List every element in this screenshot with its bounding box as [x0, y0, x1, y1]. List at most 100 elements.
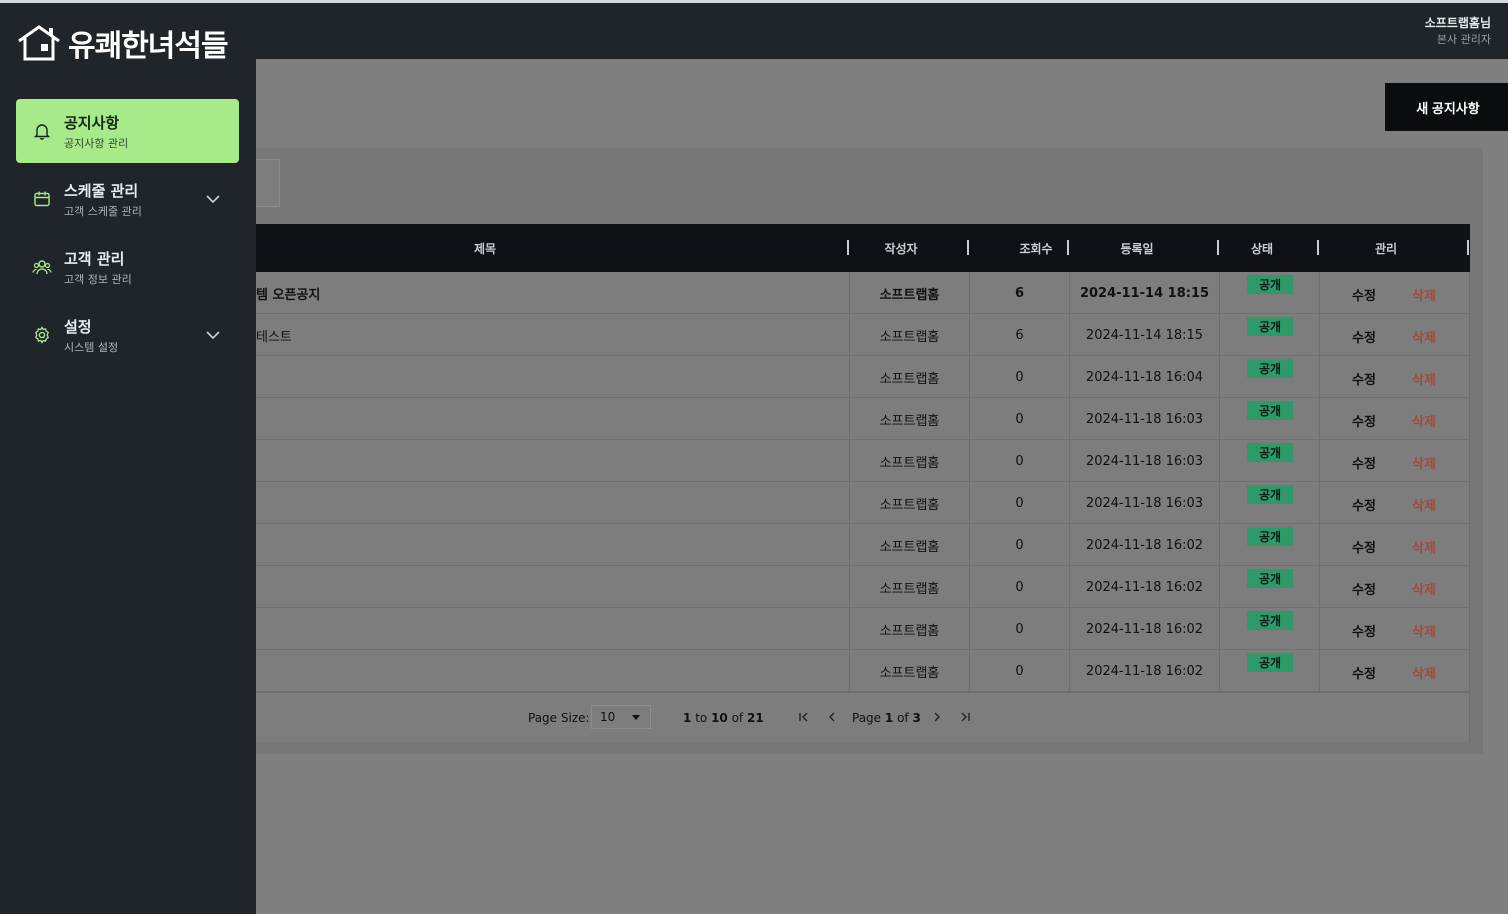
status-badge: 공개 — [1247, 527, 1293, 546]
column-resize-handle[interactable] — [1067, 240, 1069, 255]
sidebar-item-label: 설정 — [64, 318, 92, 336]
page-size-label: Page Size: — [528, 711, 590, 725]
brand-logo[interactable]: 유쾌한녀석들 — [16, 21, 229, 65]
status-badge: 공개 — [1247, 443, 1293, 462]
page-size-value: 10 — [600, 710, 616, 724]
table-row[interactable]: 테스트 소프트랩홈 6 2024-11-14 18:15 공개 수정 삭제 — [256, 314, 1470, 356]
range-from: 1 — [683, 711, 692, 725]
first-page-icon[interactable] — [796, 707, 812, 727]
column-resize-handle[interactable] — [1467, 240, 1469, 255]
table-row[interactable]: 소프트랩홈 0 2024-11-18 16:02 공개 수정 삭제 — [256, 524, 1470, 566]
user-info[interactable]: 소프트랩홈님 본사 관리자 — [1425, 15, 1491, 48]
cell-title[interactable] — [256, 566, 846, 608]
table-row[interactable]: 소프트랩홈 0 2024-11-18 16:02 공개 수정 삭제 — [256, 566, 1470, 608]
delete-button[interactable]: 삭제 — [1412, 663, 1436, 682]
cell-title[interactable]: 템 오픈공지 — [256, 272, 846, 314]
cell-title[interactable] — [256, 482, 846, 524]
cell-title[interactable] — [256, 524, 846, 566]
calendar-icon — [34, 191, 50, 207]
range-to: 10 — [711, 711, 728, 725]
cell-views: 0 — [1015, 495, 1024, 511]
sidebar: 유쾌한녀석들 공지사항 공지사항 관리 스케줄 관리 고객 스케줄 관리 고객 … — [0, 3, 256, 914]
sidebar-item-customers[interactable]: 고객 관리 고객 정보 관리 — [16, 235, 239, 299]
edit-button[interactable]: 수정 — [1352, 579, 1376, 598]
edit-button[interactable]: 수정 — [1352, 621, 1376, 640]
pagination-bar: Page Size: 10 1 to 10 of 21 Page 1 of 3 — [256, 692, 1470, 742]
cell-title[interactable]: 테스트 — [256, 314, 846, 356]
chevron-down-icon[interactable] — [205, 191, 221, 207]
cell-date: 2024-11-18 16:04 — [1085, 369, 1204, 385]
cell-author: 소프트랩홈 — [879, 287, 940, 303]
cell-date: 2024-11-18 16:02 — [1085, 537, 1204, 553]
column-resize-handle[interactable] — [1217, 240, 1219, 255]
prev-page-icon[interactable] — [824, 707, 840, 727]
last-page-icon[interactable] — [957, 707, 973, 727]
edit-button[interactable]: 수정 — [1352, 495, 1376, 514]
cell-author: 소프트랩홈 — [879, 497, 940, 513]
table-row[interactable]: 템 오픈공지 소프트랩홈 6 2024-11-14 18:15 공개 수정 삭제 — [256, 272, 1470, 314]
table-row[interactable]: 소프트랩홈 0 2024-11-18 16:04 공개 수정 삭제 — [256, 356, 1470, 398]
notice-grid: 제목 작성자 조회수 등록일 상태 관리 템 오픈공지 소프트랩홈 6 2024-11… — [256, 224, 1470, 742]
search-input[interactable] — [256, 159, 280, 207]
header-views[interactable]: 조회수 — [996, 224, 1076, 272]
header-author[interactable]: 작성자 — [849, 224, 953, 272]
sidebar-item-sublabel: 시스템 설정 — [64, 341, 119, 354]
cell-views: 0 — [1015, 663, 1024, 679]
header-date[interactable]: 등록일 — [1076, 224, 1198, 272]
sidebar-item-settings[interactable]: 설정 시스템 설정 — [16, 303, 239, 367]
delete-button[interactable]: 삭제 — [1412, 453, 1436, 472]
cell-title[interactable] — [256, 650, 846, 692]
house-logo-icon — [18, 25, 60, 61]
sidebar-item-notices[interactable]: 공지사항 공지사항 관리 — [16, 99, 239, 163]
edit-button[interactable]: 수정 — [1352, 285, 1376, 304]
status-badge: 공개 — [1247, 359, 1293, 378]
cell-title[interactable] — [256, 440, 846, 482]
delete-button[interactable]: 삭제 — [1412, 369, 1436, 388]
cell-date: 2024-11-18 16:02 — [1085, 579, 1204, 595]
header-manage[interactable]: 관리 — [1336, 224, 1436, 272]
cell-title[interactable] — [256, 608, 846, 650]
column-resize-handle[interactable] — [967, 240, 969, 255]
edit-button[interactable]: 수정 — [1352, 537, 1376, 556]
edit-button[interactable]: 수정 — [1352, 369, 1376, 388]
range-total: 21 — [747, 711, 764, 725]
next-page-icon[interactable] — [929, 707, 945, 727]
status-badge: 공개 — [1247, 485, 1293, 504]
cell-views: 0 — [1015, 621, 1024, 637]
status-badge: 공개 — [1247, 275, 1293, 294]
table-row[interactable]: 소프트랩홈 0 2024-11-18 16:03 공개 수정 삭제 — [256, 482, 1470, 524]
page-size-select[interactable]: 10 — [591, 705, 651, 729]
cell-title[interactable] — [256, 398, 846, 440]
delete-button[interactable]: 삭제 — [1412, 495, 1436, 514]
cell-date: 2024-11-18 16:02 — [1085, 663, 1204, 679]
delete-button[interactable]: 삭제 — [1412, 537, 1436, 556]
table-row[interactable]: 소프트랩홈 0 2024-11-18 16:02 공개 수정 삭제 — [256, 650, 1470, 692]
edit-button[interactable]: 수정 — [1352, 663, 1376, 682]
delete-button[interactable]: 삭제 — [1412, 579, 1436, 598]
table-row[interactable]: 소프트랩홈 0 2024-11-18 16:03 공개 수정 삭제 — [256, 398, 1470, 440]
status-badge: 공개 — [1247, 611, 1293, 630]
column-resize-handle[interactable] — [1317, 240, 1319, 255]
edit-button[interactable]: 수정 — [1352, 453, 1376, 472]
table-row[interactable]: 소프트랩홈 0 2024-11-18 16:03 공개 수정 삭제 — [256, 440, 1470, 482]
status-badge: 공개 — [1247, 653, 1293, 672]
cell-author: 소프트랩홈 — [879, 581, 940, 597]
delete-button[interactable]: 삭제 — [1412, 621, 1436, 640]
cell-date: 2024-11-14 18:15 — [1079, 285, 1210, 301]
header-status[interactable]: 상태 — [1228, 224, 1296, 272]
cell-author: 소프트랩홈 — [879, 329, 940, 345]
current-page: 1 — [884, 711, 894, 725]
edit-button[interactable]: 수정 — [1352, 411, 1376, 430]
new-notice-button[interactable]: 새 공지사항 — [1385, 83, 1508, 131]
chevron-down-icon[interactable] — [205, 327, 221, 343]
delete-button[interactable]: 삭제 — [1412, 285, 1436, 304]
cell-title[interactable] — [256, 356, 846, 398]
sidebar-item-sublabel: 고객 스케줄 관리 — [64, 205, 142, 218]
table-row[interactable]: 소프트랩홈 0 2024-11-18 16:02 공개 수정 삭제 — [256, 608, 1470, 650]
edit-button[interactable]: 수정 — [1352, 327, 1376, 346]
sidebar-item-schedule[interactable]: 스케줄 관리 고객 스케줄 관리 — [16, 167, 239, 231]
status-badge: 공개 — [1247, 317, 1293, 336]
delete-button[interactable]: 삭제 — [1412, 327, 1436, 346]
header-title[interactable]: 제목 — [256, 224, 714, 272]
delete-button[interactable]: 삭제 — [1412, 411, 1436, 430]
